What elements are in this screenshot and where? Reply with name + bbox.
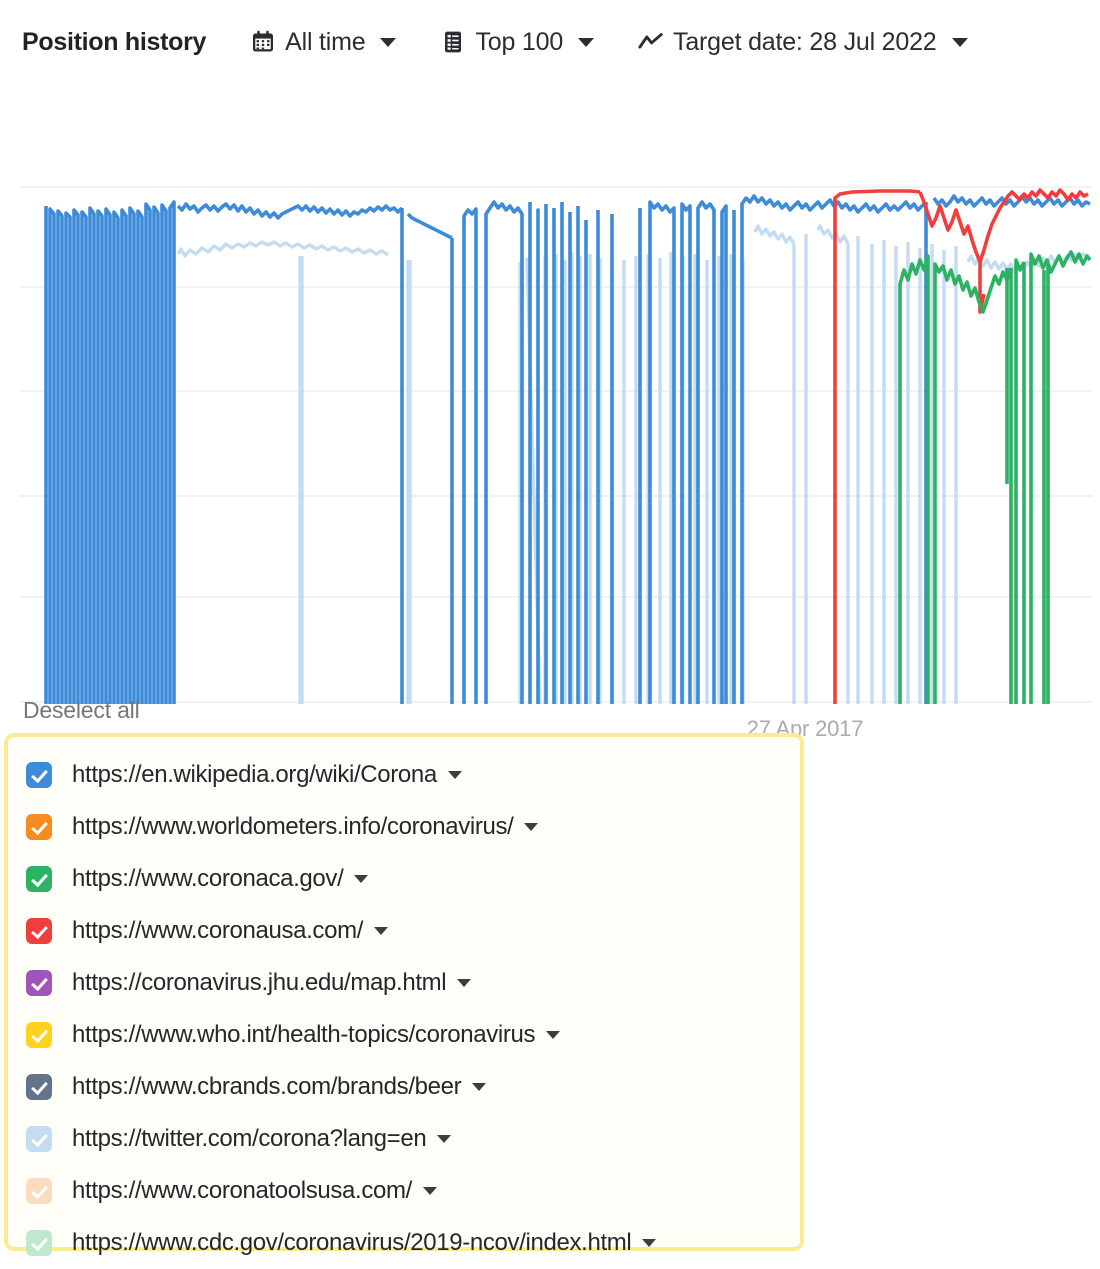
legend-url: https://www.coronausa.com/ — [72, 917, 364, 944]
page-title: Position history — [22, 27, 207, 56]
legend-list: https://en.wikipedia.org/wiki/Corona htt… — [4, 733, 804, 1256]
legend-url: https://en.wikipedia.org/wiki/Corona — [72, 761, 437, 788]
list-item[interactable]: https://www.worldometers.info/coronaviru… — [8, 801, 800, 853]
legend-checkbox[interactable] — [26, 1126, 52, 1152]
target-date-label: Target date: 28 Jul 2022 — [673, 27, 937, 56]
chevron-down-icon — [578, 37, 595, 47]
series-twitter — [176, 224, 1089, 704]
legend-checkbox[interactable] — [26, 918, 52, 944]
list-item[interactable]: https://www.coronaca.gov/ — [8, 853, 800, 905]
top-100-label: Top 100 — [475, 27, 564, 56]
all-time-label: All time — [285, 27, 366, 56]
legend-checkbox[interactable] — [26, 1074, 52, 1100]
chevron-down-icon[interactable] — [374, 927, 389, 935]
list-item[interactable]: https://www.who.int/health-topics/corona… — [8, 1009, 800, 1061]
legend-checkbox[interactable] — [26, 1178, 52, 1204]
legend-checkbox[interactable] — [26, 866, 52, 892]
legend-url: https://twitter.com/corona?lang=en — [72, 1125, 427, 1152]
top-100-dropdown[interactable]: Top 100 — [440, 27, 595, 57]
chart-canvas[interactable] — [0, 84, 1100, 714]
legend-url: https://coronavirus.jhu.edu/map.html — [72, 969, 447, 996]
chevron-down-icon[interactable] — [354, 875, 369, 883]
chevron-down-icon[interactable] — [457, 979, 472, 987]
list-item[interactable]: https://www.cbrands.com/brands/beer — [8, 1061, 800, 1113]
list-icon — [440, 29, 466, 55]
list-item[interactable]: https://www.coronausa.com/ — [8, 905, 800, 957]
list-item[interactable]: https://www.cdc.gov/coronavirus/2019-nco… — [8, 1217, 800, 1269]
legend-url: https://www.cbrands.com/brands/beer — [72, 1073, 462, 1100]
list-item[interactable]: https://twitter.com/corona?lang=en — [8, 1113, 800, 1165]
legend-url: https://www.coronatoolsusa.com/ — [72, 1177, 412, 1204]
deselect-all-button[interactable]: Deselect all — [23, 697, 140, 724]
chevron-down-icon[interactable] — [524, 823, 539, 831]
legend-checkbox[interactable] — [26, 970, 52, 996]
chart-toolbar: Position history All time Top 100 Target… — [0, 0, 1100, 84]
chevron-down-icon — [380, 37, 397, 47]
chevron-down-icon[interactable] — [472, 1083, 487, 1091]
target-date-dropdown[interactable]: Target date: 28 Jul 2022 — [638, 27, 968, 57]
all-time-dropdown[interactable]: All time — [250, 27, 397, 57]
legend-url: https://www.coronaca.gov/ — [72, 865, 344, 892]
chevron-down-icon — [951, 37, 968, 47]
chevron-down-icon[interactable] — [546, 1031, 561, 1039]
list-item[interactable]: https://coronavirus.jhu.edu/map.html — [8, 957, 800, 1009]
legend-url: https://www.who.int/health-topics/corona… — [72, 1021, 536, 1048]
position-history-chart[interactable]: 27 Apr 2017 — [0, 84, 1100, 741]
legend-url: https://www.worldometers.info/coronaviru… — [72, 813, 514, 840]
calendar-icon — [250, 29, 276, 55]
chevron-down-icon[interactable] — [642, 1239, 657, 1247]
legend-checkbox[interactable] — [26, 1230, 52, 1256]
chevron-down-icon[interactable] — [447, 771, 462, 779]
chevron-down-icon[interactable] — [437, 1135, 452, 1143]
legend-checkbox[interactable] — [26, 814, 52, 840]
legend-checkbox[interactable] — [26, 762, 52, 788]
series-coronaca — [898, 250, 1092, 704]
legend-checkbox[interactable] — [26, 1022, 52, 1048]
list-item[interactable]: https://en.wikipedia.org/wiki/Corona — [8, 749, 800, 801]
trendline-icon — [638, 29, 664, 55]
chevron-down-icon[interactable] — [422, 1187, 437, 1195]
legend-url: https://www.cdc.gov/coronavirus/2019-nco… — [72, 1229, 632, 1256]
list-item[interactable]: https://www.coronatoolsusa.com/ — [8, 1165, 800, 1217]
